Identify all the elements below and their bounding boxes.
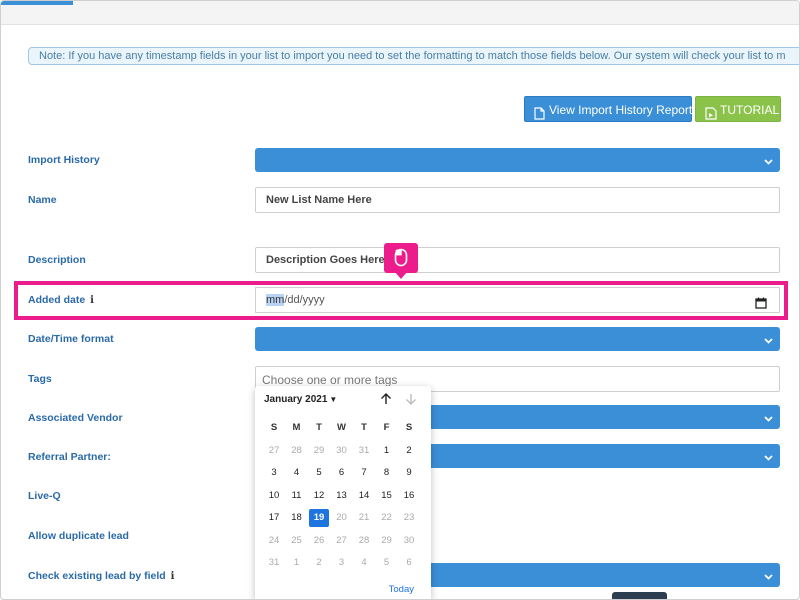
import-history-label: Import History bbox=[28, 154, 100, 166]
day-cell[interactable]: 28 bbox=[287, 442, 307, 460]
day-cell[interactable]: 20 bbox=[332, 509, 352, 527]
day-cell[interactable]: 29 bbox=[377, 532, 397, 550]
view-import-history-label: View Import History Report bbox=[549, 103, 693, 117]
info-icon[interactable]: i bbox=[171, 571, 175, 582]
day-cell[interactable]: 25 bbox=[287, 532, 307, 550]
day-cell[interactable]: 8 bbox=[377, 464, 397, 482]
document-icon bbox=[534, 103, 545, 129]
weekday-header: M bbox=[292, 422, 301, 433]
chevron-down-icon bbox=[763, 569, 774, 587]
caret-down-icon: ▼ bbox=[329, 395, 338, 404]
day-cell[interactable]: 29 bbox=[309, 442, 329, 460]
day-cell[interactable]: 22 bbox=[377, 509, 397, 527]
description-input[interactable]: Description Goes Here bbox=[255, 247, 780, 273]
check-existing-label: Check existing lead by field i bbox=[28, 570, 174, 582]
chevron-down-icon bbox=[763, 333, 774, 351]
name-label: Name bbox=[28, 194, 57, 206]
referral-partner-label: Referral Partner: bbox=[28, 451, 111, 463]
day-cell[interactable]: 11 bbox=[287, 487, 307, 505]
weekday-header: T bbox=[316, 422, 322, 433]
day-cell[interactable]: 3 bbox=[264, 464, 284, 482]
day-cell[interactable]: 7 bbox=[354, 464, 374, 482]
day-cell[interactable]: 9 bbox=[399, 464, 419, 482]
day-cell[interactable]: 10 bbox=[264, 487, 284, 505]
weekday-header: W bbox=[337, 422, 346, 433]
day-cell[interactable]: 27 bbox=[264, 442, 284, 460]
day-cell[interactable]: 21 bbox=[354, 509, 374, 527]
day-cell[interactable]: 14 bbox=[354, 487, 374, 505]
datetime-format-label: Date/Time format bbox=[28, 333, 114, 345]
check-existing-label-text: Check existing lead by field bbox=[28, 570, 166, 582]
chevron-down-icon bbox=[763, 154, 774, 172]
day-cell[interactable]: 18 bbox=[287, 509, 307, 527]
added-date-label: Added date i bbox=[28, 294, 94, 306]
active-tab-indicator[interactable] bbox=[1, 1, 73, 5]
import-history-select[interactable] bbox=[255, 148, 780, 172]
selected-day-cell[interactable]: 19 bbox=[309, 509, 329, 527]
click-indicator bbox=[384, 243, 418, 279]
month-year-label: January 2021 bbox=[264, 394, 328, 405]
day-cell[interactable]: 26 bbox=[309, 532, 329, 550]
day-cell[interactable]: 30 bbox=[399, 532, 419, 550]
day-cell[interactable]: 24 bbox=[264, 532, 284, 550]
day-cell[interactable]: 1 bbox=[377, 442, 397, 460]
calendar-icon[interactable] bbox=[755, 294, 767, 318]
date-picker-popup: January 2021 ▼ S M T W T F S 27 28 29 30 31 1 2 3 4 5 6 7 8 9… bbox=[255, 386, 431, 599]
day-cell[interactable]: 31 bbox=[264, 554, 284, 572]
day-cell[interactable]: 16 bbox=[399, 487, 419, 505]
day-cell[interactable]: 30 bbox=[332, 442, 352, 460]
view-import-history-button[interactable]: View Import History Report bbox=[524, 96, 692, 122]
day-cell[interactable]: 4 bbox=[354, 554, 374, 572]
today-button[interactable]: Today bbox=[389, 584, 414, 595]
day-cell[interactable]: 17 bbox=[264, 509, 284, 527]
day-cell[interactable]: 6 bbox=[399, 554, 419, 572]
datetime-format-select[interactable] bbox=[255, 327, 780, 351]
weekday-header: S bbox=[405, 422, 413, 433]
video-icon bbox=[705, 103, 717, 129]
name-input[interactable]: New List Name Here bbox=[255, 187, 780, 213]
chevron-down-icon bbox=[763, 411, 774, 429]
arrow-up-icon[interactable] bbox=[379, 392, 393, 411]
day-cell[interactable]: 23 bbox=[399, 509, 419, 527]
info-icon[interactable]: i bbox=[90, 295, 94, 306]
associated-vendor-label: Associated Vendor bbox=[28, 412, 123, 424]
day-cell[interactable]: 12 bbox=[309, 487, 329, 505]
day-cell[interactable]: 5 bbox=[309, 464, 329, 482]
day-cell[interactable]: 3 bbox=[332, 554, 352, 572]
day-cell[interactable]: 27 bbox=[332, 532, 352, 550]
added-date-label-text: Added date bbox=[28, 294, 86, 306]
allow-duplicate-label: Allow duplicate lead bbox=[28, 530, 129, 542]
day-cell[interactable]: 2 bbox=[309, 554, 329, 572]
day-cell[interactable]: 5 bbox=[377, 554, 397, 572]
weekday-header: S bbox=[270, 422, 278, 433]
bottom-widget[interactable] bbox=[612, 592, 667, 599]
weekday-header: F bbox=[383, 422, 390, 433]
tags-label: Tags bbox=[28, 373, 52, 385]
date-rest-segment[interactable]: /dd/yyyy bbox=[284, 294, 324, 306]
month-year-selector[interactable]: January 2021 ▼ bbox=[264, 394, 337, 405]
date-month-segment[interactable]: mm bbox=[266, 294, 285, 306]
day-cell[interactable]: 31 bbox=[354, 442, 374, 460]
mouse-icon bbox=[394, 248, 408, 267]
chevron-down-icon bbox=[763, 450, 774, 468]
live-q-label: Live-Q bbox=[28, 490, 61, 502]
day-cell[interactable]: 15 bbox=[377, 487, 397, 505]
day-cell[interactable]: 1 bbox=[287, 554, 307, 572]
tutorial-label: TUTORIAL bbox=[720, 103, 780, 117]
day-cell[interactable]: 2 bbox=[399, 442, 419, 460]
app-frame: Note: If you have any timestamp fields i… bbox=[0, 0, 800, 600]
tab-strip bbox=[1, 1, 799, 25]
day-cell[interactable]: 6 bbox=[332, 464, 352, 482]
description-label: Description bbox=[28, 254, 86, 266]
day-cell[interactable]: 4 bbox=[287, 464, 307, 482]
added-date-input[interactable]: mm/dd/yyyy bbox=[255, 287, 780, 313]
tutorial-button[interactable]: TUTORIAL bbox=[695, 96, 781, 122]
weekday-header: T bbox=[361, 422, 367, 433]
timestamp-note: Note: If you have any timestamp fields i… bbox=[28, 47, 799, 65]
arrow-down-icon[interactable] bbox=[404, 392, 418, 411]
day-cell[interactable]: 13 bbox=[332, 487, 352, 505]
day-cell[interactable]: 28 bbox=[354, 532, 374, 550]
